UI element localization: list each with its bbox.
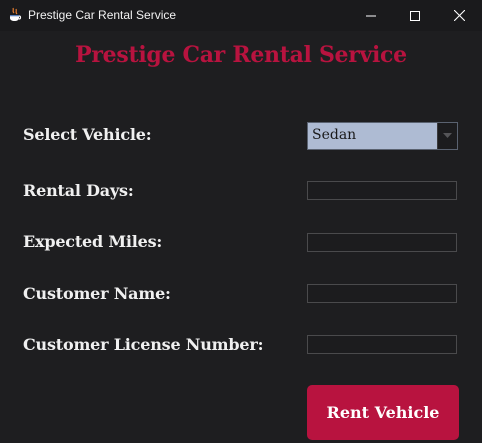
vehicle-select-value: Sedan: [312, 127, 357, 143]
minimize-icon: [366, 15, 376, 16]
rental-days-input[interactable]: [307, 181, 457, 200]
expected-miles-label: Expected Miles:: [23, 232, 163, 251]
rent-vehicle-button[interactable]: Rent Vehicle: [307, 385, 459, 440]
close-icon: [453, 10, 465, 21]
expected-miles-input[interactable]: [307, 233, 457, 252]
close-button[interactable]: [436, 0, 482, 31]
window-title: Prestige Car Rental Service: [28, 8, 177, 22]
page-title: Prestige Car Rental Service: [75, 42, 407, 68]
customer-name-label: Customer Name:: [23, 284, 171, 303]
java-cup-icon: [8, 7, 22, 23]
vehicle-select[interactable]: Sedan: [307, 122, 458, 150]
license-number-label: Customer License Number:: [23, 335, 264, 354]
vehicle-label: Select Vehicle:: [23, 125, 152, 144]
title-bar: Prestige Car Rental Service: [0, 0, 482, 31]
maximize-icon: [410, 10, 420, 21]
maximize-button[interactable]: [392, 0, 438, 31]
minimize-button[interactable]: [348, 0, 394, 31]
chevron-down-icon[interactable]: [437, 123, 457, 149]
app-window: Prestige Car Rental Service Prestige Car…: [0, 0, 482, 443]
customer-name-input[interactable]: [307, 284, 457, 303]
rental-days-label: Rental Days:: [23, 181, 134, 200]
license-number-input[interactable]: [307, 335, 457, 354]
